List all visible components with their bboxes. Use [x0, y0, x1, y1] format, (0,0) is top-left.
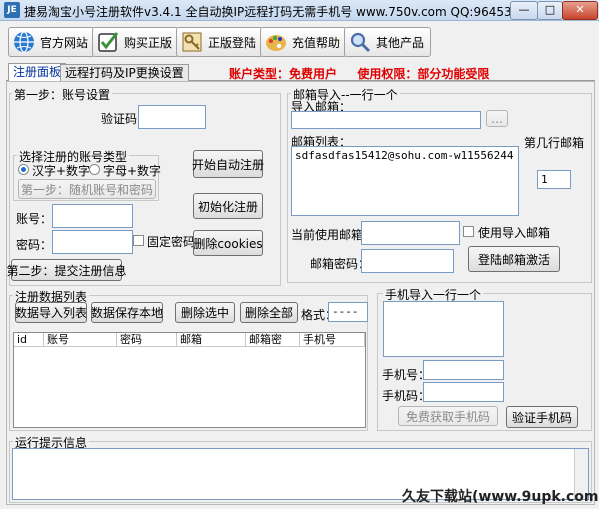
use-import-mailbox-label: 使用导入邮箱	[478, 226, 551, 240]
delete-selected-button[interactable]: 删除选中	[175, 302, 235, 323]
permission-label: 使用权限：	[357, 67, 418, 81]
license-login-label: 正版登陆	[208, 35, 257, 50]
submit-registration-button[interactable]: 第二步：提交注册信息	[7, 259, 127, 281]
phone-number-input[interactable]	[423, 360, 504, 380]
password-label: 密码：	[16, 238, 53, 252]
globe-icon	[14, 31, 34, 53]
browse-mailbox-button[interactable]: ...	[486, 110, 508, 127]
save-local-button[interactable]: 数据保存本地	[91, 302, 163, 323]
column-header-email[interactable]: 邮箱	[177, 333, 246, 347]
status-bar: 账户类型：免费用户 使用权限：部分功能受限	[229, 65, 489, 82]
account-type-value: 免费用户	[289, 67, 338, 81]
password-input[interactable]	[52, 230, 133, 254]
mailbox-list-textarea[interactable]: sdfasdfas15412@sohu.com-w11556244	[291, 146, 519, 216]
mailbox-password-input[interactable]	[361, 249, 454, 273]
account-type-label: 账户类型：	[229, 67, 290, 81]
init-register-button[interactable]: 初始化注册	[193, 193, 263, 219]
checkbox-icon	[98, 32, 119, 52]
letters-digits-radio[interactable]	[89, 164, 100, 175]
account-settings-legend: 第一步：账号设置	[12, 86, 113, 103]
column-header-id[interactable]: id	[14, 333, 44, 347]
column-header-email-password[interactable]: 邮箱密	[246, 333, 300, 347]
mailbox-import-input[interactable]	[291, 111, 481, 129]
permission-value: 部分功能受限	[417, 67, 490, 81]
window-title: 捷易淘宝小号注册软件v3.4.1 全自动换IP远程打码无需手机号 www.750…	[24, 5, 543, 19]
title-bar: JE 捷易淘宝小号注册软件v3.4.1 全自动换IP远程打码无需手机号 www.…	[0, 0, 599, 21]
delete-all-button[interactable]: 删除全部	[240, 302, 298, 323]
phone-code-input[interactable]	[423, 382, 504, 402]
fixed-password-label: 固定密码	[147, 235, 196, 249]
column-header-password[interactable]: 密码	[117, 333, 177, 347]
other-products-button[interactable]: 其他产品	[344, 27, 432, 57]
official-site-label: 官方网站	[40, 35, 89, 50]
delete-cookies-button[interactable]: 删除cookies	[193, 230, 263, 256]
recharge-help-label: 充值帮助	[292, 35, 341, 50]
registration-data-table[interactable]: id 账号 密码 邮箱 邮箱密 手机号	[13, 332, 366, 428]
account-input[interactable]	[52, 204, 133, 228]
format-input[interactable]: ----	[328, 302, 368, 322]
captcha-input[interactable]	[138, 105, 206, 129]
column-header-account[interactable]: 账号	[44, 333, 117, 347]
chinese-digits-radio[interactable]	[18, 164, 29, 175]
palette-icon	[266, 35, 286, 51]
keys-icon	[182, 32, 202, 52]
start-auto-register-button[interactable]: 开始自动注册	[192, 150, 264, 178]
other-products-label: 其他产品	[376, 35, 425, 50]
account-label: 账号：	[16, 212, 53, 226]
minimize-button[interactable]: —	[510, 1, 538, 20]
current-mailbox-input[interactable]	[361, 221, 460, 245]
buy-license-label: 购买正版	[124, 35, 173, 50]
chinese-digits-label: 汉字+数字	[32, 164, 91, 178]
import-to-list-button[interactable]: 数据导入列表	[15, 302, 87, 323]
login-mailbox-activate-button[interactable]: 登陆邮箱激活	[468, 246, 560, 272]
tab-remote-captcha-ip[interactable]: 远程打码及IP更换设置	[60, 64, 189, 82]
column-header-phone[interactable]: 手机号	[300, 333, 365, 347]
maximize-button[interactable]: □	[537, 1, 563, 20]
use-import-mailbox-checkbox[interactable]	[463, 226, 474, 237]
magnifier-icon	[350, 32, 371, 53]
app-icon: JE	[4, 2, 20, 18]
line-number-input[interactable]: 1	[537, 170, 571, 189]
line-number-label: 第几行邮箱	[524, 136, 585, 150]
random-account-button[interactable]: 第一步：随机账号和密码	[18, 179, 156, 199]
letters-digits-label: 字母+数字	[103, 164, 162, 178]
phone-list-textarea[interactable]	[383, 301, 504, 357]
get-free-phone-code-button[interactable]: 免费获取手机码	[398, 406, 498, 426]
recharge-help-button[interactable]: 充值帮助	[260, 27, 348, 57]
official-site-button[interactable]: 官方网站	[8, 27, 96, 57]
watermark-text: 久友下载站(www.9upk.com)	[402, 489, 599, 505]
license-login-button[interactable]: 正版登陆	[176, 27, 264, 57]
close-button[interactable]: ✕	[562, 1, 598, 20]
buy-license-button[interactable]: 购买正版	[92, 27, 180, 57]
tab-register-panel[interactable]: 注册面板	[8, 63, 67, 82]
fixed-password-checkbox[interactable]	[133, 235, 144, 246]
verify-phone-code-button[interactable]: 验证手机码	[506, 406, 578, 428]
